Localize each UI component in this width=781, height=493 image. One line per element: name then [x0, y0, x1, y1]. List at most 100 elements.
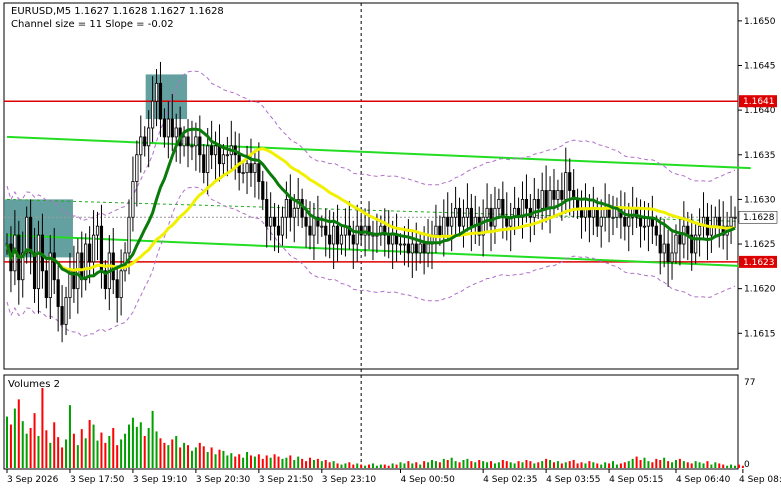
candle-body	[36, 234, 41, 290]
candle-body	[450, 216, 454, 227]
price-tick-label: 1.1615	[744, 329, 776, 339]
time-tick-label: 3 Sep 2026	[7, 475, 59, 485]
candle-body	[115, 279, 119, 298]
candle-body	[32, 252, 37, 290]
candle	[682, 201, 686, 259]
candle	[611, 195, 615, 236]
candle	[552, 169, 556, 218]
candle-body	[489, 207, 493, 227]
candle	[115, 265, 119, 323]
candle-body	[339, 234, 344, 245]
candle	[627, 202, 631, 252]
candle-body	[548, 190, 552, 209]
candle-body	[461, 216, 466, 227]
candle	[249, 138, 253, 187]
candle-body	[418, 243, 422, 254]
candle	[516, 197, 521, 228]
candle-body	[434, 225, 438, 236]
price-tick-label: 1.1645	[744, 61, 776, 71]
candle	[229, 120, 233, 170]
candle	[733, 206, 737, 228]
candle-body	[60, 306, 64, 325]
candle	[713, 206, 717, 237]
candle-body	[147, 127, 151, 147]
candle-body	[627, 216, 631, 227]
candle	[80, 231, 84, 298]
candle-body	[139, 136, 143, 156]
candle-body	[88, 243, 92, 263]
candle-body	[182, 136, 186, 147]
candle	[599, 199, 603, 248]
candle-body	[119, 270, 123, 298]
candle-body	[332, 225, 336, 245]
candle-body	[351, 234, 355, 245]
candle-body	[697, 225, 702, 236]
candle	[406, 219, 410, 268]
candle	[457, 197, 462, 237]
candle-body	[442, 216, 446, 236]
candle-body	[426, 243, 430, 254]
candle-body	[225, 154, 229, 157]
volume-scale-max: 77	[744, 378, 755, 388]
candle-body	[257, 163, 261, 182]
candle	[190, 120, 194, 161]
price-axis: 1.1650 1.1645 1.1640 1.1635 1.1630 1.1625 1.16…	[738, 17, 776, 339]
candle-body	[312, 216, 316, 236]
candle	[489, 194, 493, 252]
time-tick-label: 3 Sep 23:10	[322, 475, 377, 485]
candle-body	[272, 216, 277, 227]
candle	[371, 220, 375, 261]
candle	[623, 192, 627, 241]
candle-body	[560, 190, 564, 200]
candle	[111, 227, 115, 295]
candle	[717, 199, 721, 248]
candle	[202, 144, 206, 184]
candle-body	[438, 225, 442, 236]
candle-body	[497, 198, 501, 209]
candle-body	[166, 118, 170, 138]
candle-body	[241, 172, 245, 175]
candle-body	[245, 163, 249, 174]
candle	[477, 206, 481, 246]
candle-body	[406, 243, 410, 254]
candle	[158, 61, 163, 137]
candle	[481, 199, 485, 257]
candle	[367, 201, 371, 250]
candle	[454, 186, 458, 236]
price-tick-label: 1.1620	[744, 285, 776, 295]
candle	[725, 211, 729, 261]
candle-body	[575, 198, 580, 209]
candle	[84, 233, 88, 291]
candle-body	[324, 225, 328, 236]
volume-title: Volumes 2	[8, 379, 60, 390]
price-chart[interactable]: 1.1650 1.1645 1.1640 1.1635 1.1630 1.1625 1.16…	[0, 0, 781, 489]
candle-body	[198, 136, 202, 156]
candle	[347, 201, 351, 250]
price-tick-label: 1.1635	[744, 151, 776, 161]
candle	[359, 215, 363, 246]
candle-body	[387, 234, 391, 245]
candle	[721, 201, 725, 250]
candle-body	[532, 198, 536, 218]
slow-ma-line	[5, 147, 735, 272]
candle	[532, 177, 536, 236]
candle	[288, 174, 292, 232]
candle	[650, 195, 654, 245]
candle	[658, 217, 662, 275]
candle-body	[394, 234, 399, 245]
candle	[509, 202, 513, 252]
candle-body	[662, 243, 666, 254]
candle	[631, 186, 635, 236]
candle-body	[269, 216, 273, 227]
regression-channel	[6, 135, 751, 268]
candle	[414, 222, 418, 271]
candle-body	[469, 207, 473, 227]
candle	[666, 229, 670, 287]
candle	[701, 192, 706, 241]
candle	[56, 265, 60, 332]
chart-canvas: 1.1650 1.1645 1.1640 1.1635 1.1630 1.1625 1.16…	[3, 2, 781, 485]
candle-body	[335, 225, 340, 245]
candle	[135, 140, 139, 207]
candle-body	[284, 198, 288, 218]
candle-body	[44, 270, 48, 298]
